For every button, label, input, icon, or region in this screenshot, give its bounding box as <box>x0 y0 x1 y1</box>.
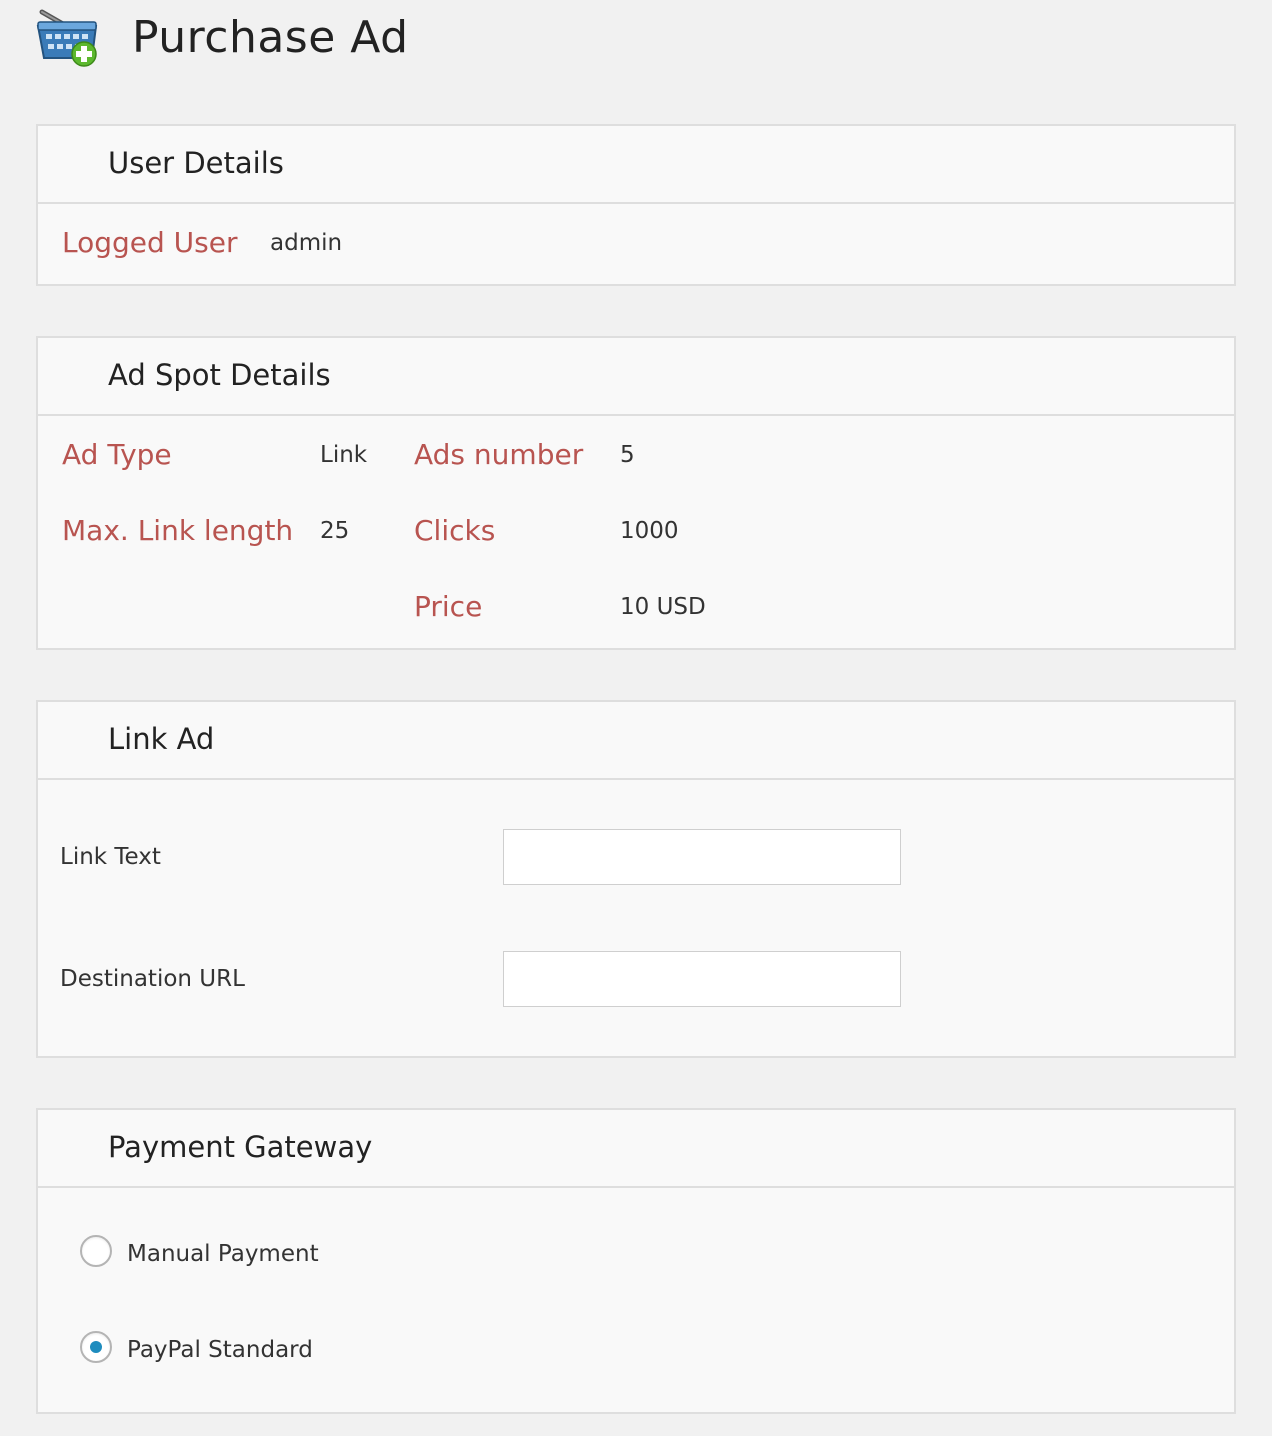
max-link-length-label: Max. Link length <box>62 514 294 547</box>
ad-spot-details-panel: Ad Spot Details Ad Type Link Ads number … <box>36 336 1236 650</box>
page-title: Purchase Ad <box>132 12 409 63</box>
shopping-basket-add-icon <box>36 6 100 68</box>
ads-number-label: Ads number <box>414 438 584 471</box>
paypal-standard-label[interactable]: PayPal Standard <box>127 1337 313 1363</box>
manual-payment-radio[interactable] <box>80 1235 112 1267</box>
clicks-value: 1000 <box>620 518 679 544</box>
destination-url-label: Destination URL <box>60 966 245 992</box>
link-text-input[interactable] <box>503 829 901 885</box>
panel-header: Ad Spot Details <box>38 338 1234 416</box>
ad-type-value: Link <box>320 442 368 468</box>
user-details-title: User Details <box>108 146 284 180</box>
price-value: 10 USD <box>620 594 706 620</box>
max-link-length-value: 25 <box>320 518 350 544</box>
paypal-standard-radio[interactable] <box>80 1331 112 1363</box>
clicks-label: Clicks <box>414 514 496 547</box>
ads-number-value: 5 <box>620 442 635 468</box>
price-label: Price <box>414 590 483 623</box>
logged-user-value: admin <box>270 230 343 256</box>
page-header: Purchase Ad <box>36 4 1236 74</box>
manual-payment-label[interactable]: Manual Payment <box>127 1241 319 1267</box>
logged-user-label: Logged User <box>62 226 238 259</box>
user-details-panel: User Details Logged User admin <box>36 124 1236 286</box>
destination-url-input[interactable] <box>503 951 901 1007</box>
panel-header: User Details <box>38 126 1234 204</box>
ad-spot-details-title: Ad Spot Details <box>108 358 331 392</box>
link-ad-title: Link Ad <box>108 722 215 756</box>
payment-gateway-title: Payment Gateway <box>108 1130 373 1164</box>
ad-type-label: Ad Type <box>62 438 172 471</box>
payment-gateway-panel: Payment Gateway Manual Payment PayPal St… <box>36 1108 1236 1414</box>
panel-header: Payment Gateway <box>38 1110 1234 1188</box>
panel-header: Link Ad <box>38 702 1234 780</box>
link-ad-panel: Link Ad Link Text Destination URL <box>36 700 1236 1058</box>
link-text-label: Link Text <box>60 844 161 870</box>
